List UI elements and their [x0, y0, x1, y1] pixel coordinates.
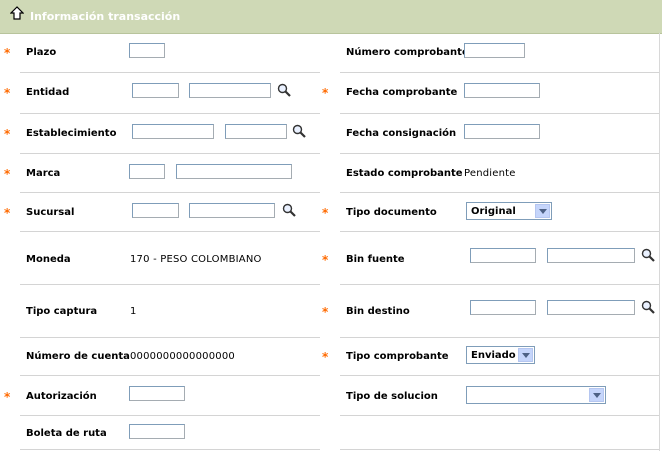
- row-divider: [340, 415, 659, 416]
- establecimiento-label: Establecimiento: [26, 128, 117, 139]
- numero-cuenta-label: Número de cuenta: [26, 351, 130, 362]
- row-divider: [340, 192, 659, 193]
- row-divider: [340, 153, 659, 154]
- tipo-captura-value: 1: [130, 306, 137, 317]
- required-marker: *: [4, 167, 11, 181]
- bin-fuente-label: Bin fuente: [346, 254, 405, 265]
- fecha-comprobante-label: Fecha comprobante: [346, 87, 458, 98]
- tipo-comprobante-label: Tipo comprobante: [346, 351, 449, 362]
- sucursal-label: Sucursal: [26, 207, 75, 218]
- chevron-down-icon[interactable]: [535, 204, 550, 218]
- row-divider: [340, 375, 659, 376]
- search-icon[interactable]: [282, 203, 296, 217]
- required-marker: *: [4, 390, 11, 404]
- row-divider: [20, 72, 320, 73]
- row-divider: [20, 449, 320, 450]
- numero-comprobante-label: Número comprobante: [346, 47, 469, 58]
- chevron-down-icon[interactable]: [518, 348, 533, 362]
- row-divider: [20, 375, 320, 376]
- numero-cuenta-value: 0000000000000000: [130, 351, 235, 362]
- fecha-comprobante-input[interactable]: [464, 83, 540, 98]
- marca-name-input[interactable]: [176, 164, 292, 179]
- row-divider: [340, 337, 659, 338]
- section-title: Información transacción: [30, 10, 181, 23]
- plazo-input[interactable]: [129, 43, 165, 58]
- tipo-captura-label: Tipo captura: [26, 306, 98, 317]
- entidad-name-input[interactable]: [189, 83, 271, 98]
- tipo-solucion-select[interactable]: [466, 386, 606, 404]
- search-icon[interactable]: [641, 248, 655, 262]
- plazo-label: Plazo: [26, 47, 57, 58]
- establecimiento-name-input[interactable]: [225, 124, 287, 139]
- row-divider: [20, 415, 320, 416]
- row-divider: [340, 284, 659, 285]
- entidad-code-input[interactable]: [132, 83, 179, 98]
- required-marker: *: [322, 86, 329, 100]
- required-marker: *: [322, 253, 329, 267]
- tipo-documento-label: Tipo documento: [346, 207, 437, 218]
- row-divider: [20, 231, 320, 232]
- fecha-consignacion-input[interactable]: [464, 124, 540, 139]
- establecimiento-code-input[interactable]: [132, 124, 214, 139]
- tipo-comprobante-select[interactable]: Enviado: [466, 346, 535, 364]
- required-marker: *: [322, 305, 329, 319]
- row-divider: [20, 337, 320, 338]
- bin-fuente-start-input[interactable]: [470, 248, 536, 263]
- autorizacion-label: Autorización: [26, 391, 97, 402]
- search-icon[interactable]: [641, 300, 655, 314]
- marca-label: Marca: [26, 168, 61, 179]
- moneda-value: 170 - PESO COLOMBIANO: [130, 254, 262, 265]
- right-border: [659, 33, 660, 451]
- search-icon[interactable]: [292, 124, 306, 138]
- row-divider: [20, 113, 320, 114]
- bin-destino-start-input[interactable]: [470, 300, 536, 315]
- boleta-ruta-label: Boleta de ruta: [26, 428, 107, 439]
- row-divider: [340, 231, 659, 232]
- required-marker: *: [322, 350, 329, 364]
- required-marker: *: [322, 206, 329, 220]
- autorizacion-input[interactable]: [129, 386, 185, 401]
- row-divider: [340, 113, 659, 114]
- required-marker: *: [4, 46, 11, 60]
- sucursal-code-input[interactable]: [132, 203, 179, 218]
- row-divider: [340, 72, 659, 73]
- chevron-down-icon[interactable]: [589, 388, 604, 402]
- search-icon[interactable]: [277, 83, 291, 97]
- bin-fuente-end-input[interactable]: [547, 248, 635, 263]
- bin-destino-label: Bin destino: [346, 306, 410, 317]
- tipo-documento-select[interactable]: Original: [466, 202, 552, 220]
- estado-comprobante-label: Estado comprobante: [346, 168, 463, 179]
- numero-comprobante-input[interactable]: [464, 43, 525, 58]
- tipo-solucion-label: Tipo de solucion: [346, 391, 438, 402]
- tipo-comprobante-selected: Enviado: [471, 350, 516, 361]
- estado-comprobante-value: Pendiente: [464, 168, 516, 179]
- section-header[interactable]: Información transacción: [0, 0, 662, 34]
- required-marker: *: [4, 86, 11, 100]
- tipo-documento-selected: Original: [471, 206, 516, 217]
- sucursal-name-input[interactable]: [189, 203, 275, 218]
- bin-destino-end-input[interactable]: [547, 300, 635, 315]
- upload-arrow-icon: [10, 6, 24, 20]
- row-divider: [340, 449, 659, 450]
- boleta-ruta-input[interactable]: [129, 424, 185, 439]
- entidad-label: Entidad: [26, 87, 70, 98]
- moneda-label: Moneda: [26, 254, 71, 265]
- required-marker: *: [4, 206, 11, 220]
- row-divider: [20, 284, 320, 285]
- required-marker: *: [4, 127, 11, 141]
- fecha-consignacion-label: Fecha consignación: [346, 128, 457, 139]
- row-divider: [20, 153, 320, 154]
- marca-code-input[interactable]: [129, 164, 165, 179]
- row-divider: [20, 192, 320, 193]
